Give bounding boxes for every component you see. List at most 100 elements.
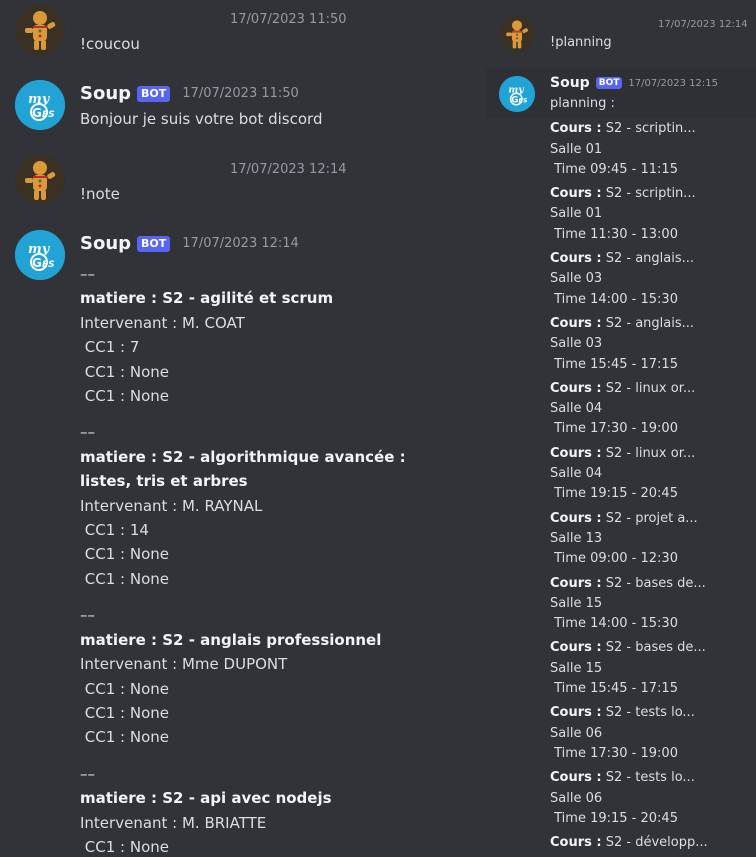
gingerbread-avatar[interactable] [15,5,65,55]
course-name: S2 - anglais... [601,251,695,267]
cours-label: Cours : [550,640,602,656]
course-line: Cours : S2 - anglais... [550,314,750,334]
grade-line: CC1 : None [80,545,169,564]
message-content: !coucou [80,32,466,56]
room-line: Salle 04 [550,401,603,417]
author-name[interactable]: Soup [80,233,131,254]
course-name: S2 - scriptin... [601,186,696,202]
course-line: Cours : S2 - scriptin... [550,184,750,204]
timestamp: 17/07/2023 11:50 [230,12,347,27]
cours-label: Cours : [550,315,602,331]
message-content: planning : Cours : S2 - scriptin... Salle… [550,94,750,857]
right-chat-pane: 17/07/2023 12:14 !planning my G ES Soup BO… [486,0,756,857]
planning-list: Cours : S2 - scriptin... Salle 01 Time 09… [550,119,750,853]
message-text: Bonjour je suis votre bot discord [80,110,323,128]
time-line: Time 11:30 - 13:00 [550,226,678,242]
time-line: Time 15:45 - 17:15 [550,356,678,372]
cours-label: Cours : [550,705,602,721]
room-line: Salle 03 [550,271,603,287]
planning-entry: Cours : S2 - anglais... Salle 03 Time 14:… [550,249,750,310]
message-content: Bonjour je suis votre bot discord [80,107,466,131]
grade-line: CC1 : None [80,703,169,722]
svg-text:ES: ES [42,110,55,120]
time-line: Time 19:15 - 20:45 [550,810,678,826]
time-line: Time 09:00 - 12:30 [550,551,678,567]
course-name: S2 - tests lo... [601,705,695,721]
subject-line: matiere : S2 - api avec nodejs [80,789,332,808]
cours-label: Cours : [550,510,602,526]
grade-line: CC1 : None [80,569,169,588]
svg-text:ES: ES [518,97,527,105]
course-name: S2 - anglais... [601,315,695,331]
svg-text:G: G [32,256,42,270]
planning-entry: Cours : S2 - tests lo... Salle 06 Time 17… [550,703,750,764]
room-line: Salle 06 [550,725,603,741]
time-line: Time 19:15 - 20:45 [550,486,678,502]
timestamp: 17/07/2023 11:50 [182,86,299,101]
bot-avatar[interactable]: my G ES [15,230,65,280]
course-name: S2 - bases de... [601,640,706,656]
message-content: !note [80,182,466,206]
separator-line: –– [80,265,95,283]
course-line: Cours : S2 - bases de... [550,638,750,658]
course-name: S2 - linux or... [601,445,696,461]
cours-label: Cours : [550,251,602,267]
grade-line: CC1 : None [80,679,169,698]
planning-entry: Cours : S2 - tests lo... Salle 06 Time 19… [550,768,750,829]
room-line: Salle 13 [550,530,603,546]
time-line: Time 17:30 - 19:00 [550,745,678,761]
course-line: Cours : S2 - développ... [550,833,750,853]
time-line: Time 09:45 - 11:15 [550,161,678,177]
separator-line: –– [80,423,95,442]
course-name: S2 - bases de... [601,575,706,591]
grade-line: CC1 : None [80,728,169,747]
bot-avatar[interactable]: my G ES [15,80,65,130]
room-line: Salle 15 [550,660,603,676]
svg-text:G: G [511,96,518,106]
cours-label: Cours : [550,380,602,396]
cours-label: Cours : [550,445,602,461]
message-content: –– matiere : S2 - agilité et scrum Interv… [80,262,466,857]
grade-line: CC1 : 7 [80,338,140,357]
left-chat-pane: 17/07/2023 11:50 !coucou my G ES Soup BOT … [0,0,486,857]
message-text: !coucou [80,35,140,53]
course-line: Cours : S2 - anglais... [550,249,750,269]
course-line: Cours : S2 - tests lo... [550,768,750,788]
planning-entry: Cours : S2 - bases de... Salle 15 Time 15… [550,638,750,699]
gingerbread-avatar[interactable] [499,16,535,52]
message-text: !planning [550,35,612,50]
teacher-line: Intervenant : M. RAYNAL [80,496,263,515]
course-line: Cours : S2 - linux or... [550,444,750,464]
author-name[interactable]: Soup [80,83,131,104]
separator-line: –– [80,764,95,783]
cours-label: Cours : [550,770,602,786]
time-line: Time 15:45 - 17:15 [550,681,678,697]
teacher-line: Intervenant : Mme DUPONT [80,655,288,674]
room-line: Salle 03 [550,336,603,352]
course-line: Cours : S2 - projet a... [550,509,750,529]
room-line: Salle 04 [550,466,603,482]
course-name: S2 - scriptin... [601,121,696,137]
bot-badge: BOT [137,235,171,252]
timestamp: 17/07/2023 12:14 [182,236,299,251]
cours-label: Cours : [550,575,602,591]
room-line: Salle 15 [550,595,603,611]
message-text: !note [80,185,120,203]
planning-entry: Cours : S2 - développ... [550,833,750,853]
gingerbread-avatar[interactable] [15,155,65,205]
grade-line: CC1 : 14 [80,521,149,540]
cours-label: Cours : [550,186,602,202]
room-line: Salle 01 [550,206,603,222]
svg-text:G: G [32,106,42,120]
course-line: Cours : S2 - linux or... [550,379,750,399]
message-header: Soup BOT 17/07/2023 12:14 [80,233,299,254]
cours-label: Cours : [550,835,602,851]
message-header: Soup BOT 17/07/2023 11:50 [80,83,299,104]
bot-avatar[interactable]: my G ES [499,76,535,112]
author-name[interactable]: Soup [550,75,590,91]
grade-line: CC1 : None [80,387,169,406]
planning-entry: Cours : S2 - linux or... Salle 04 Time 17… [550,379,750,440]
subject-line: matiere : S2 - agilité et scrum [80,289,334,308]
